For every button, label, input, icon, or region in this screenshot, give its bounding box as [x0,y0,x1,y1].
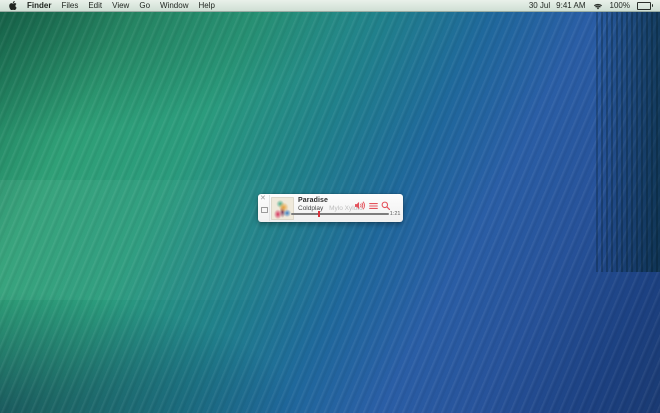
track-time: 1:21 [390,211,401,217]
menu-item-edit[interactable]: Edit [88,1,102,10]
menu-item-help[interactable]: Help [198,1,214,10]
menu-item-files[interactable]: Files [61,1,78,10]
divider [269,195,270,221]
battery-icon[interactable] [637,2,653,10]
playhead-marker[interactable] [318,211,320,217]
menu-item-view[interactable]: View [112,1,129,10]
album-art[interactable] [271,197,294,220]
itunes-miniplayer-window[interactable]: ✕ Paradise Coldplay Mylo Xyloto 1:21 [258,194,403,222]
miniplayer-toggle-icon[interactable] [261,207,268,213]
battery-percent[interactable]: 100% [610,1,630,10]
apple-menu-icon[interactable] [9,1,17,10]
wifi-icon[interactable] [593,2,603,10]
menu-item-finder[interactable]: Finder [27,1,51,10]
menu-item-go[interactable]: Go [139,1,150,10]
up-next-list-icon[interactable] [369,203,378,209]
track-subtitle: Coldplay Mylo Xyloto [298,205,363,212]
search-icon[interactable] [381,201,390,210]
menu-bar-status: 30 Jul 9:41 AM 100% [529,1,660,10]
close-icon[interactable]: ✕ [260,194,266,203]
track-title: Paradise [298,197,328,204]
status-clock[interactable]: 9:41 AM [556,1,585,10]
progress-bar[interactable] [291,213,389,215]
menu-item-window[interactable]: Window [160,1,188,10]
volume-icon[interactable] [354,201,365,210]
status-date[interactable]: 30 Jul [529,1,550,10]
menu-bar-left: Finder Files Edit View Go Window Help [0,1,215,10]
menu-bar: Finder Files Edit View Go Window Help 30… [0,0,660,12]
